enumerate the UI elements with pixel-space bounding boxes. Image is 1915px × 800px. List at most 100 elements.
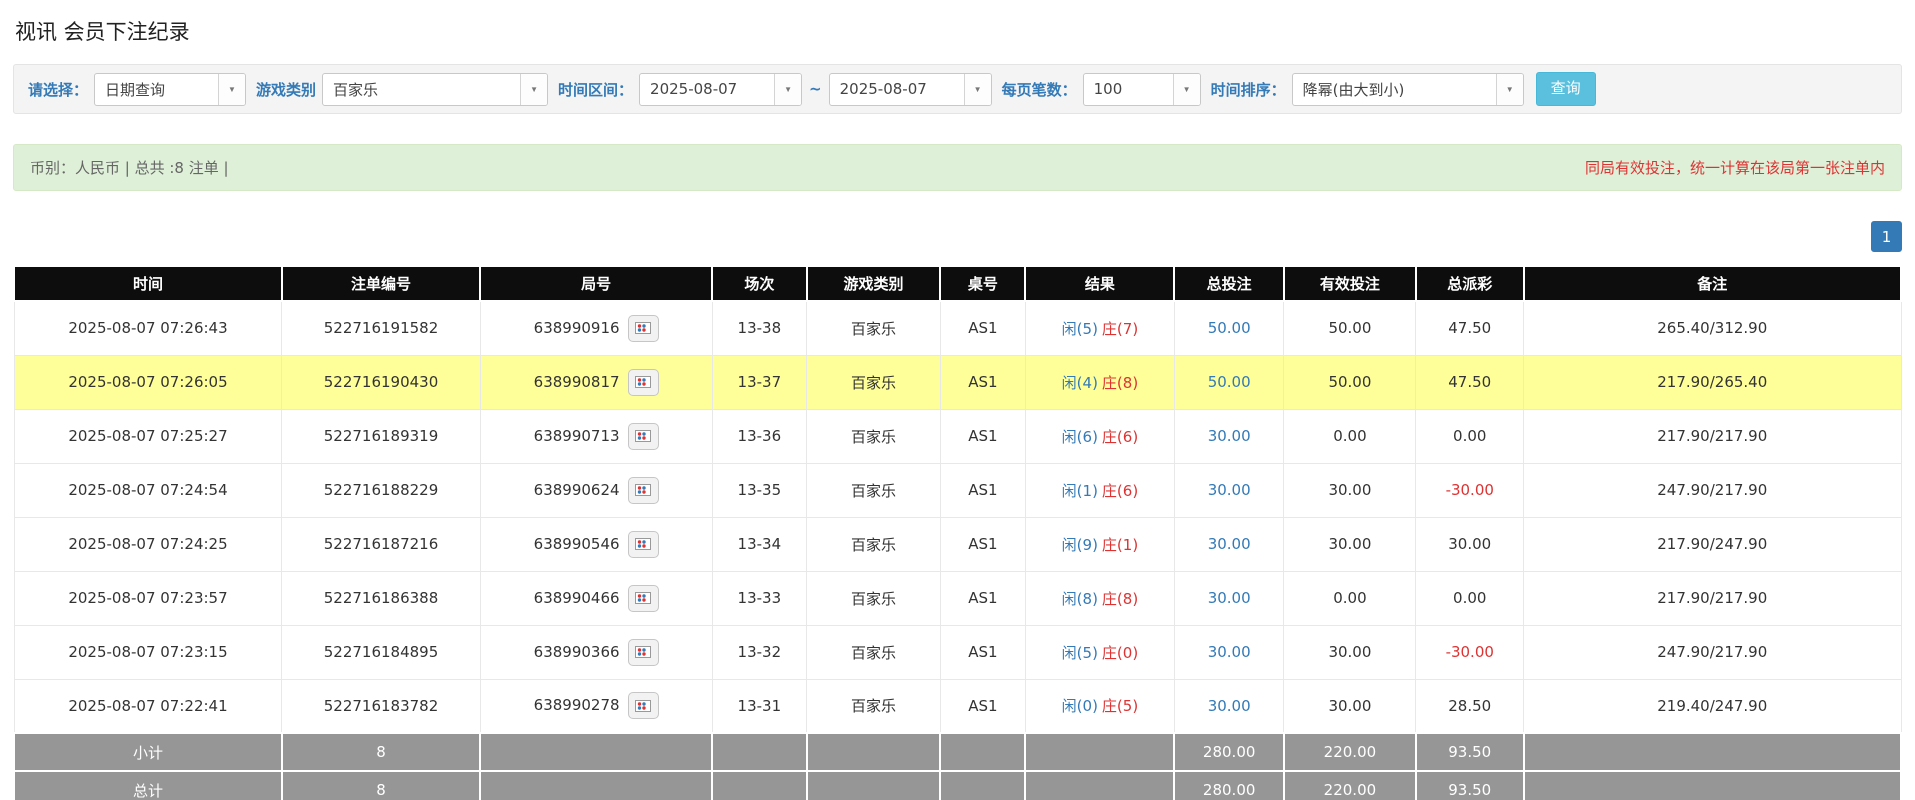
roadmap-icon-button[interactable] (628, 585, 659, 612)
cell-valid-bet: 50.00 (1284, 355, 1416, 409)
table-body: 2025-08-07 07:26:43 522716191582 6389909… (14, 301, 1901, 733)
pagination: 1 (13, 221, 1902, 252)
game-type-combobox[interactable]: 百家乐 ▼ (322, 73, 548, 106)
cell-game-type: 百家乐 (807, 463, 941, 517)
roadmap-icon-button[interactable] (628, 423, 659, 450)
subtotal-payout: 93.50 (1416, 733, 1524, 771)
cell-round-id: 638990817 (480, 355, 712, 409)
banker-result: 庄(6) (1102, 428, 1138, 446)
cell-valid-bet: 0.00 (1284, 409, 1416, 463)
col-header-payout: 总派彩 (1416, 266, 1524, 301)
date-range-separator: ~ (809, 80, 822, 98)
cell-remark: 247.90/217.90 (1524, 463, 1901, 517)
cell-time: 2025-08-07 07:22:41 (14, 679, 282, 733)
page-size-combobox[interactable]: 100 ▼ (1083, 73, 1201, 106)
col-header-total-bet: 总投注 (1174, 266, 1283, 301)
total-bet-link[interactable]: 30.00 (1208, 697, 1251, 715)
total-bet-link[interactable]: 30.00 (1208, 535, 1251, 553)
cell-session: 13-37 (712, 355, 806, 409)
cell-session: 13-31 (712, 679, 806, 733)
cell-round-id: 638990278 (480, 679, 712, 733)
table-row: 2025-08-07 07:23:57 522716186388 6389904… (14, 571, 1901, 625)
total-bet-link[interactable]: 30.00 (1208, 481, 1251, 499)
chevron-down-icon: ▼ (974, 85, 982, 94)
time-range-label: 时间区间： (558, 79, 633, 100)
cell-round-id: 638990546 (480, 517, 712, 571)
roadmap-icon-button[interactable] (628, 315, 659, 342)
time-sort-value[interactable]: 降幂(由大到小) (1293, 74, 1496, 105)
cell-game-type: 百家乐 (807, 355, 941, 409)
query-type-dropdown-button[interactable]: ▼ (218, 74, 245, 105)
cell-result: 闲(4)庄(8) (1025, 355, 1174, 409)
roadmap-icon-button[interactable] (628, 477, 659, 504)
table-row: 2025-08-07 07:26:05 522716190430 6389908… (14, 355, 1901, 409)
page-size-value[interactable]: 100 (1084, 74, 1173, 105)
cell-total-bet: 30.00 (1174, 409, 1283, 463)
date-from-combobox[interactable]: 2025-08-07 ▼ (639, 73, 802, 106)
date-to-value[interactable]: 2025-08-07 (830, 74, 964, 105)
game-type-value[interactable]: 百家乐 (323, 74, 520, 105)
summary-bar: 币别：人民币 | 总共 :8 注单 | 同局有效投注，统一计算在该局第一张注单内 (13, 144, 1902, 191)
cell-total-bet: 50.00 (1174, 355, 1283, 409)
bet-records-table: 时间 注单编号 局号 场次 游戏类别 桌号 结果 总投注 有效投注 总派彩 备注… (13, 265, 1902, 800)
cell-remark: 217.90/217.90 (1524, 571, 1901, 625)
cell-table-no: AS1 (940, 463, 1025, 517)
chevron-down-icon: ▼ (228, 85, 236, 94)
banker-result: 庄(6) (1102, 482, 1138, 500)
page-title: 视讯 会员下注纪录 (15, 16, 1902, 46)
time-sort-dropdown-button[interactable]: ▼ (1496, 74, 1523, 105)
cell-session: 13-35 (712, 463, 806, 517)
roadmap-icon (635, 700, 651, 712)
cell-game-type: 百家乐 (807, 571, 941, 625)
col-header-bet-id: 注单编号 (282, 266, 480, 301)
total-bet-link[interactable]: 30.00 (1208, 589, 1251, 607)
page-size-dropdown-button[interactable]: ▼ (1173, 74, 1200, 105)
date-from-value[interactable]: 2025-08-07 (640, 74, 774, 105)
cell-session: 13-36 (712, 409, 806, 463)
page-size-label: 每页笔数： (1002, 79, 1077, 100)
total-bet-link[interactable]: 50.00 (1208, 319, 1251, 337)
total-bet-link[interactable]: 30.00 (1208, 643, 1251, 661)
cell-bet-id: 522716191582 (282, 301, 480, 355)
date-to-dropdown-button[interactable]: ▼ (964, 74, 991, 105)
query-type-combobox[interactable]: 日期查询 ▼ (94, 73, 246, 106)
banker-result: 庄(1) (1102, 536, 1138, 554)
chevron-down-icon: ▼ (1506, 85, 1514, 94)
search-button[interactable]: 查询 (1536, 72, 1596, 106)
table-row: 2025-08-07 07:22:41 522716183782 6389902… (14, 679, 1901, 733)
cell-time: 2025-08-07 07:23:57 (14, 571, 282, 625)
time-sort-combobox[interactable]: 降幂(由大到小) ▼ (1292, 73, 1524, 106)
col-header-table-no: 桌号 (940, 266, 1025, 301)
roadmap-icon (635, 646, 651, 658)
cell-session: 13-33 (712, 571, 806, 625)
roadmap-icon-button[interactable] (628, 369, 659, 396)
cell-payout: 0.00 (1416, 409, 1524, 463)
round-id-text: 638990624 (534, 481, 620, 499)
valid-bet-notice-text: 同局有效投注，统一计算在该局第一张注单内 (1585, 157, 1885, 178)
total-bet-link[interactable]: 30.00 (1208, 427, 1251, 445)
query-type-value[interactable]: 日期查询 (95, 74, 218, 105)
cell-table-no: AS1 (940, 409, 1025, 463)
total-bet-link[interactable]: 50.00 (1208, 373, 1251, 391)
cell-total-bet: 30.00 (1174, 571, 1283, 625)
cell-bet-id: 522716189319 (282, 409, 480, 463)
date-to-combobox[interactable]: 2025-08-07 ▼ (829, 73, 992, 106)
table-row: 2025-08-07 07:25:27 522716189319 6389907… (14, 409, 1901, 463)
page-1-button[interactable]: 1 (1871, 221, 1902, 252)
cell-table-no: AS1 (940, 355, 1025, 409)
roadmap-icon-button[interactable] (628, 639, 659, 666)
cell-payout: -30.00 (1416, 463, 1524, 517)
roadmap-icon (635, 430, 651, 442)
game-type-dropdown-button[interactable]: ▼ (520, 74, 547, 105)
cell-total-bet: 30.00 (1174, 625, 1283, 679)
roadmap-icon-button[interactable] (628, 531, 659, 558)
cell-time: 2025-08-07 07:26:05 (14, 355, 282, 409)
roadmap-icon-button[interactable] (628, 692, 659, 719)
player-result: 闲(1) (1062, 482, 1098, 500)
date-from-dropdown-button[interactable]: ▼ (774, 74, 801, 105)
cell-result: 闲(1)庄(6) (1025, 463, 1174, 517)
cell-table-no: AS1 (940, 625, 1025, 679)
cell-time: 2025-08-07 07:26:43 (14, 301, 282, 355)
cell-result: 闲(6)庄(6) (1025, 409, 1174, 463)
roadmap-icon (635, 322, 651, 334)
